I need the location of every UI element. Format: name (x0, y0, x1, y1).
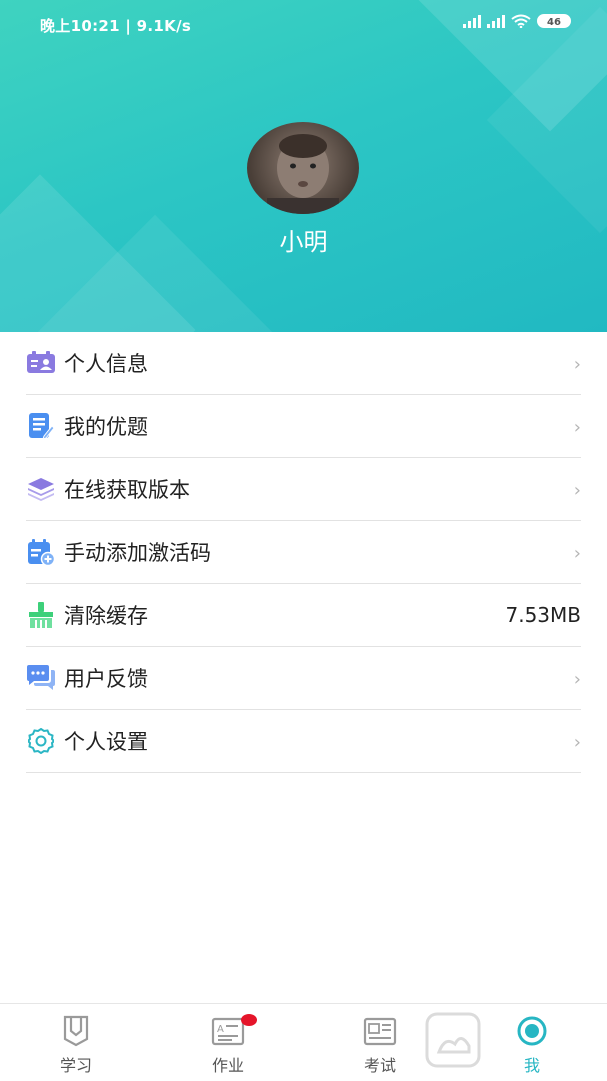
homework-icon: A (211, 1017, 245, 1046)
calendar-add-icon (26, 537, 56, 567)
battery-icon: 46 (537, 14, 571, 28)
tab-exam[interactable]: 考试 (330, 1004, 430, 1081)
battery-level: 46 (547, 17, 561, 28)
tab-homework[interactable]: A 作业 (178, 1004, 278, 1081)
gear-icon (26, 726, 56, 756)
menu-item-personal-info[interactable]: 个人信息 › (26, 332, 581, 395)
menu-item-label: 手动添加激活码 (64, 541, 211, 565)
chat-icon (26, 663, 56, 693)
profile-header: 晚上10:21 | 9.1K/s 46 小明 (0, 0, 607, 332)
tab-label: 考试 (363, 1056, 396, 1075)
chevron-right-icon: › (573, 480, 581, 501)
chevron-right-icon: › (573, 732, 581, 753)
tab-label: 作业 (211, 1056, 244, 1075)
settings-menu: 个人信息 › 我的优题 › 在线获取版本 › 手动添加激活码 › 清除缓存 7.… (0, 332, 607, 773)
menu-item-label: 我的优题 (64, 415, 148, 439)
notification-badge (241, 1014, 257, 1026)
watermark-logo (425, 1012, 481, 1068)
svg-text:A: A (217, 1024, 224, 1035)
layers-icon (26, 474, 56, 504)
signal-icon (463, 14, 481, 28)
status-icons: 46 (463, 14, 571, 28)
status-time: 晚上10:21 | 9.1K/s (40, 17, 192, 35)
menu-item-label: 清除缓存 (64, 604, 148, 628)
menu-item-activation-code[interactable]: 手动添加激活码 › (26, 521, 581, 584)
chevron-right-icon: › (573, 669, 581, 690)
menu-item-feedback[interactable]: 用户反馈 › (26, 647, 581, 710)
menu-item-label: 个人设置 (64, 730, 148, 754)
tab-study[interactable]: 学习 (26, 1004, 126, 1081)
avatar-image (267, 134, 339, 214)
chevron-right-icon: › (573, 417, 581, 438)
menu-item-clear-cache[interactable]: 清除缓存 7.53MB (26, 584, 581, 647)
chevron-right-icon: › (573, 543, 581, 564)
avatar[interactable] (247, 122, 359, 214)
id-card-icon (26, 348, 56, 378)
menu-item-get-version[interactable]: 在线获取版本 › (26, 458, 581, 521)
menu-item-label: 个人信息 (64, 352, 148, 376)
exam-icon (363, 1017, 397, 1046)
book-icon (63, 1015, 89, 1047)
menu-item-label: 用户反馈 (64, 667, 148, 691)
status-bar: 晚上10:21 | 9.1K/s 46 (0, 0, 607, 48)
tab-label: 学习 (59, 1056, 92, 1075)
cache-size: 7.53MB (505, 603, 581, 627)
username: 小明 (279, 228, 328, 256)
menu-item-my-questions[interactable]: 我的优题 › (26, 395, 581, 458)
signal-hd-icon (487, 14, 505, 28)
broom-icon (26, 600, 56, 630)
menu-item-label: 在线获取版本 (64, 478, 190, 502)
document-edit-icon (26, 411, 56, 441)
menu-item-settings[interactable]: 个人设置 › (26, 710, 581, 773)
chevron-right-icon: › (573, 354, 581, 375)
wifi-icon (511, 14, 531, 28)
